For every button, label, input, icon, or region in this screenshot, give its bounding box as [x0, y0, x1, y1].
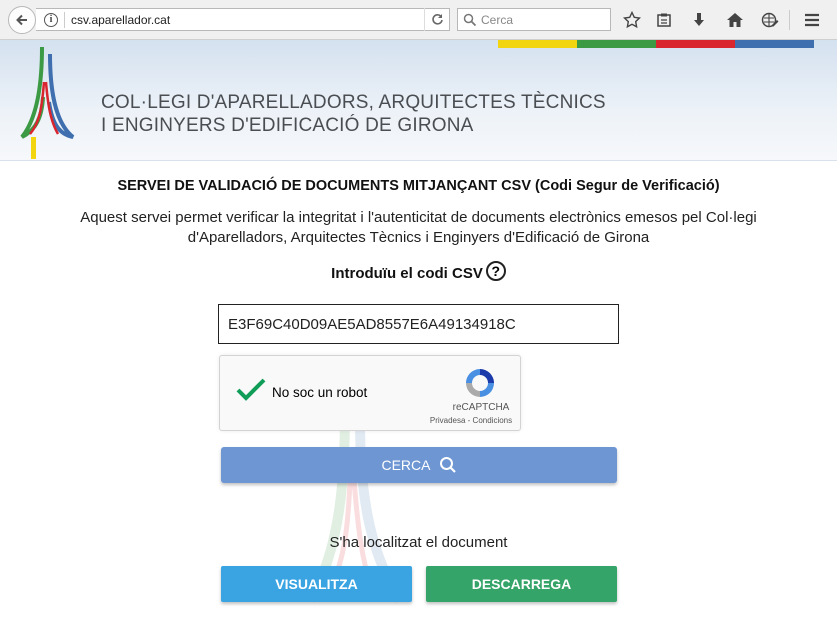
search-button-label: CERCA: [381, 457, 431, 473]
organization-name-line2: I ENGINYERS D'EDIFICACIÓ DE GIRONA: [101, 115, 474, 136]
home-button[interactable]: [723, 8, 747, 32]
globe-pencil-icon: [761, 12, 779, 28]
back-button[interactable]: [8, 6, 36, 34]
bookmark-star-button[interactable]: [620, 8, 644, 32]
url-text[interactable]: csv.aparellador.cat: [71, 13, 424, 27]
search-icon: [439, 457, 456, 473]
clipboard-icon: [657, 13, 671, 27]
stripe-red: [656, 40, 735, 48]
toolbar-divider: [789, 10, 790, 30]
stripe-green: [577, 40, 656, 48]
recaptcha-brand: reCAPTCHA: [452, 402, 510, 413]
info-icon[interactable]: i: [44, 12, 58, 27]
reading-list-button[interactable]: [652, 8, 676, 32]
reload-icon: [431, 14, 443, 25]
stripe-yellow: [498, 40, 577, 48]
recaptcha-logo-icon: [466, 369, 494, 397]
view-button[interactable]: VISUALITZA: [221, 566, 412, 602]
reload-button[interactable]: [424, 8, 449, 31]
search-placeholder: Cerca: [481, 12, 514, 27]
menu-button[interactable]: [800, 8, 824, 32]
downloads-button[interactable]: [687, 8, 711, 32]
header-banner: COL·LEGI D'APARELLADORS, ARQUITECTES TÈC…: [0, 40, 837, 161]
page-description: Aquest servei permet verificar la integr…: [80, 209, 757, 246]
browser-toolbar: i csv.aparellador.cat Cerca: [0, 0, 837, 40]
page-title: SERVEI DE VALIDACIÓ DE DOCUMENTS MITJANÇ…: [117, 178, 720, 194]
search-button[interactable]: CERCA: [221, 447, 617, 483]
recaptcha-widget: No soc un robot reCAPTCHA Privadesa - Co…: [219, 355, 521, 431]
arrow-left-icon: [16, 14, 27, 26]
stripe-blue: [735, 40, 814, 48]
organization-name-line1: COL·LEGI D'APARELLADORS, ARQUITECTES TÈC…: [101, 92, 606, 113]
college-logo-icon: [20, 46, 75, 159]
checkmark-icon[interactable]: [235, 377, 267, 403]
download-button[interactable]: DESCARREGA: [426, 566, 617, 602]
home-icon: [727, 13, 743, 27]
addon-button[interactable]: [758, 8, 782, 32]
star-icon: [623, 11, 641, 29]
csv-label: Introduïu el codi CSV: [331, 265, 483, 282]
csv-label-row: Introduïu el codi CSV ?: [0, 260, 837, 282]
address-bar[interactable]: i csv.aparellador.cat: [36, 8, 450, 31]
recaptcha-terms-link[interactable]: Privadesa - Condicions: [421, 416, 521, 425]
browser-search-box[interactable]: Cerca: [457, 8, 611, 31]
color-stripes: [498, 40, 814, 48]
status-message: S'ha localitzat el document: [329, 534, 508, 551]
url-separator: [64, 11, 65, 28]
help-icon[interactable]: ?: [485, 260, 506, 281]
download-arrow-icon: [694, 13, 704, 26]
csv-code-input[interactable]: [218, 304, 619, 344]
hamburger-menu-icon: [805, 13, 819, 27]
organization-name: COL·LEGI D'APARELLADORS, ARQUITECTES TÈC…: [101, 91, 606, 137]
search-icon: [463, 13, 477, 26]
recaptcha-label: No soc un robot: [272, 385, 368, 400]
